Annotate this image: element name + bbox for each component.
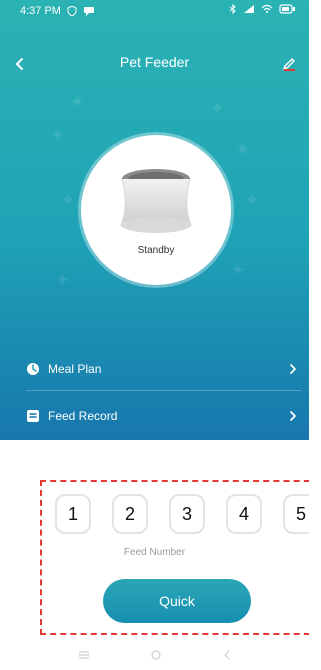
clock-icon [26, 362, 40, 376]
feed-record-label: Feed Record [48, 409, 118, 423]
quick-feed-button[interactable]: Quick [103, 579, 251, 623]
back-icon[interactable] [222, 649, 232, 661]
list-icon [26, 409, 40, 423]
system-navigation-bar [0, 640, 309, 670]
feed-number-selector: 1 2 3 4 5 [55, 494, 309, 534]
shield-icon [67, 6, 77, 16]
edit-button[interactable] [275, 50, 303, 78]
page-title: Pet Feeder [119, 54, 190, 70]
feed-number-2[interactable]: 2 [112, 494, 148, 534]
feed-number-4[interactable]: 4 [226, 494, 262, 534]
feed-number-5[interactable]: 5 [283, 494, 309, 534]
header-gradient-area: ✦ ✦ ✦ ✦ ✦ ✦ ✦ ✦ 4:37 PM Pet Feeder Stand… [0, 0, 309, 440]
status-time: 4:37 PM [20, 5, 61, 17]
device-status-label: Standby [137, 245, 175, 256]
feed-number-3[interactable]: 3 [169, 494, 205, 534]
status-bar: 4:37 PM [0, 0, 309, 24]
chevron-right-icon [285, 359, 301, 379]
home-icon[interactable] [150, 649, 162, 661]
pet-bowl-image [107, 165, 205, 240]
signal-icon [243, 4, 255, 14]
battery-icon [279, 4, 295, 14]
feed-number-label: Feed Number [123, 547, 186, 558]
menu-icon[interactable] [78, 650, 90, 660]
menu-divider [26, 390, 301, 391]
chat-icon [83, 6, 95, 16]
meal-plan-row[interactable]: Meal Plan [26, 349, 301, 389]
app-frame: ✦ ✦ ✦ ✦ ✦ ✦ ✦ ✦ 4:37 PM Pet Feeder Stand… [0, 0, 309, 670]
device-status-card[interactable]: Standby [81, 135, 231, 285]
pencil-icon [281, 56, 297, 72]
bluetooth-icon [229, 4, 237, 14]
feed-record-row[interactable]: Feed Record [26, 396, 301, 436]
chevron-right-icon [285, 406, 301, 426]
feed-number-1[interactable]: 1 [55, 494, 91, 534]
meal-plan-label: Meal Plan [48, 362, 102, 376]
top-nav: Pet Feeder [0, 44, 309, 84]
wifi-icon [261, 4, 273, 14]
